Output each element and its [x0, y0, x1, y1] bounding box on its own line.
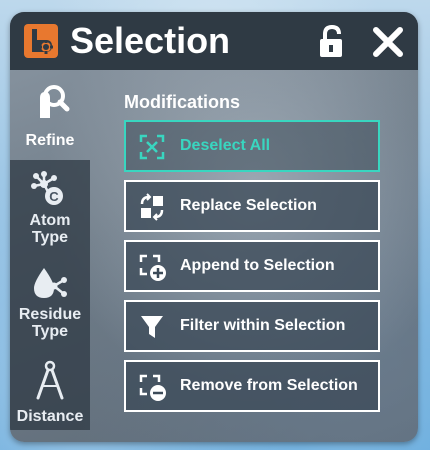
remove-selection-icon [139, 374, 166, 401]
deselect-all-icon [139, 134, 165, 160]
append-selection-button[interactable]: Append to Selection [124, 240, 380, 292]
sidebar-item-label: Residue Type [10, 306, 90, 340]
sidebar-item-label: Distance [16, 408, 84, 425]
atom-type-label: Atom Type [29, 212, 71, 246]
action-label: Deselect All [180, 137, 271, 154]
action-label: Append to Selection [180, 257, 335, 274]
svg-text:C: C [49, 189, 59, 204]
distance-compass-icon [36, 360, 64, 400]
sidebar-item-atom-type[interactable]: C Atom Type [10, 168, 90, 258]
unlock-icon[interactable] [316, 24, 350, 60]
remove-from-selection-button[interactable]: Remove from Selection [124, 360, 380, 412]
sidebar: Refine C Atom Type Residue Type Distance [10, 70, 90, 442]
filter-within-selection-button[interactable]: Filter within Selection [124, 300, 380, 352]
atom-type-icon: C [31, 171, 63, 205]
sidebar-item-label: Refine [25, 132, 75, 149]
refine-magnify-icon [40, 85, 70, 118]
action-label: Filter within Selection [180, 317, 346, 334]
action-label: Replace Selection [180, 197, 317, 214]
replace-selection-icon [140, 193, 164, 221]
residue-type-icon [34, 268, 67, 298]
residue-type-label: Residue Type [18, 306, 82, 340]
close-icon [373, 27, 403, 57]
selection-panel: Selection Refine C Atom Type Residue Typ… [10, 12, 418, 442]
window-title: Selection [70, 20, 231, 61]
section-title: Modifications [124, 92, 240, 112]
sidebar-item-distance[interactable]: Distance [10, 354, 90, 430]
sidebar-item-residue-type[interactable]: Residue Type [10, 260, 90, 350]
deselect-all-button[interactable]: Deselect All [124, 120, 380, 172]
action-label: Remove from Selection [180, 377, 358, 394]
sidebar-item-label: Atom Type [10, 212, 90, 246]
append-selection-icon [139, 254, 166, 281]
filter-icon [141, 316, 163, 338]
close-button[interactable] [370, 24, 406, 60]
sidebar-item-refine[interactable]: Refine [10, 80, 90, 160]
replace-selection-button[interactable]: Replace Selection [124, 180, 380, 232]
title-bar: Selection [10, 12, 418, 70]
app-logo-icon [24, 24, 58, 58]
